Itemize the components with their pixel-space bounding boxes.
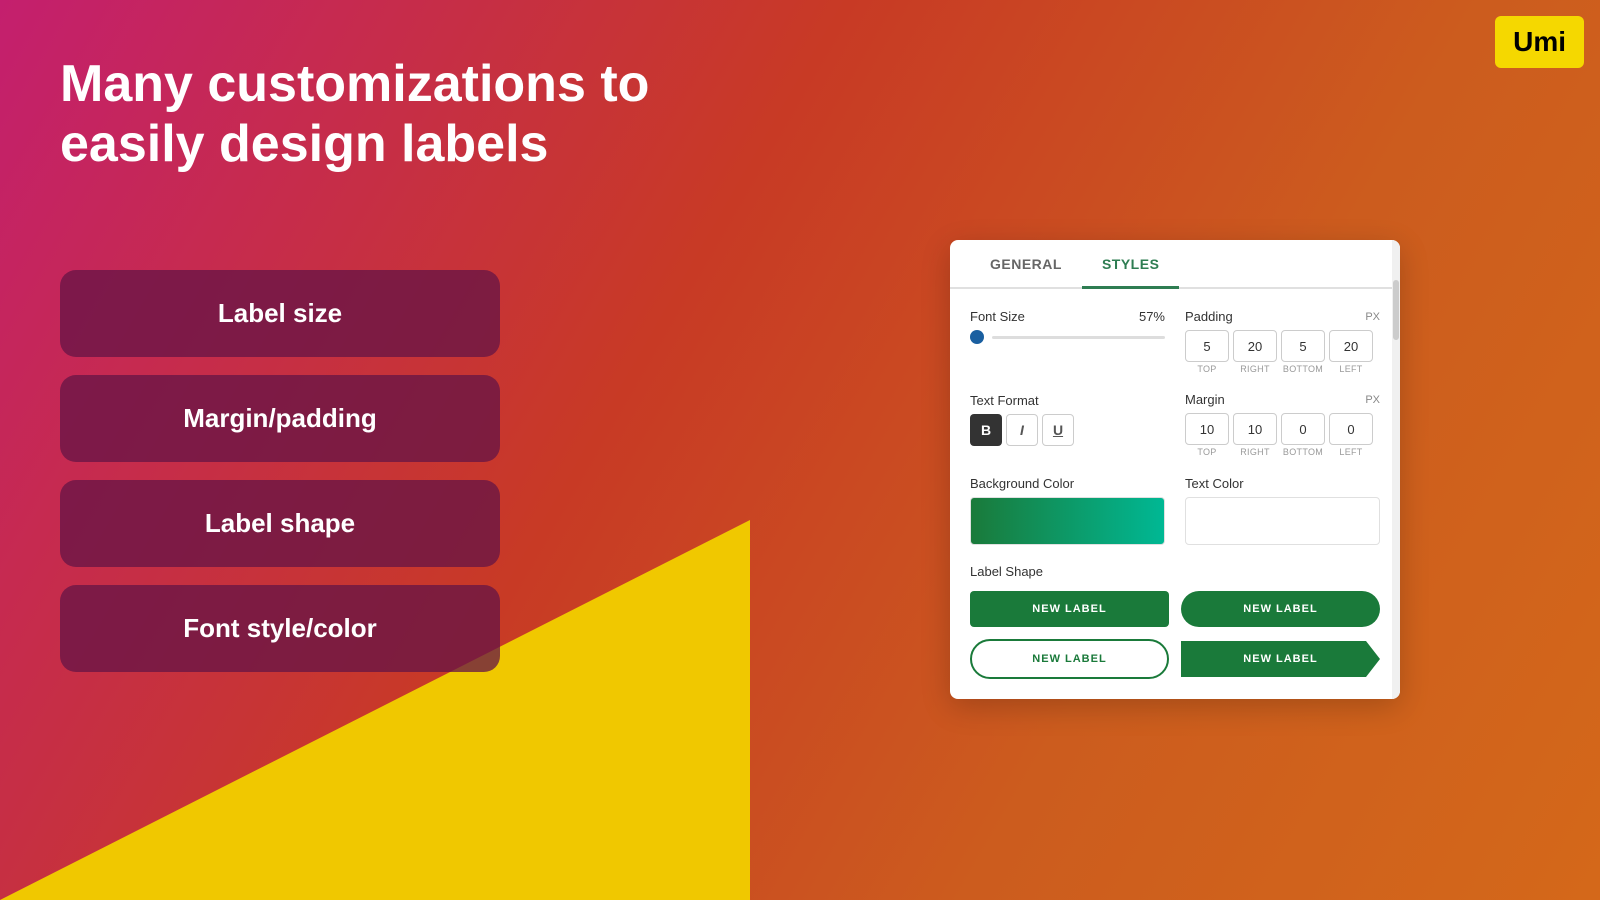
margin-sub-labels: TOP RIGHT BOTTOM LEFT — [1185, 447, 1380, 457]
shape-item-pill-outline: NEW LABEL — [970, 639, 1169, 679]
slider-track — [992, 336, 1165, 339]
padding-unit: PX — [1365, 311, 1380, 323]
padding-col: Padding PX 5 20 5 20 TOP RIGHT BOTTOM LE… — [1185, 309, 1380, 374]
underline-button[interactable]: U — [1042, 414, 1074, 446]
margin-top-label: TOP — [1185, 447, 1229, 457]
format-buttons: B I U — [970, 414, 1165, 446]
padding-right-label: RIGHT — [1233, 364, 1277, 374]
padding-top-label: TOP — [1185, 364, 1229, 374]
text-format-label: Text Format — [970, 393, 1039, 408]
font-size-col: Font Size 57% — [970, 309, 1165, 374]
panel-content: GENERAL STYLES Font Size 57% — [950, 240, 1400, 699]
font-size-slider[interactable] — [970, 330, 1165, 344]
bold-button[interactable]: B — [970, 414, 1002, 446]
padding-left-input[interactable]: 20 — [1329, 330, 1373, 362]
feature-cards-list: Label size Margin/padding Label shape Fo… — [60, 270, 500, 672]
padding-bottom-label: BOTTOM — [1281, 364, 1325, 374]
panel-body: Font Size 57% Padding PX 5 — [950, 289, 1400, 699]
shape-button-square[interactable]: NEW LABEL — [970, 591, 1169, 627]
shape-button-cut[interactable]: NEW LABEL — [1181, 641, 1380, 677]
main-title: Many customizations to easily design lab… — [60, 55, 649, 175]
tab-general[interactable]: GENERAL — [970, 240, 1082, 289]
padding-bottom-input[interactable]: 5 — [1281, 330, 1325, 362]
bg-color-col: Background Color — [970, 475, 1165, 545]
padding-label: Padding — [1185, 309, 1233, 324]
shape-item-rounded: NEW LABEL — [1181, 591, 1380, 627]
text-color-picker[interactable] — [1185, 497, 1380, 545]
scrollbar[interactable] — [1392, 240, 1400, 699]
panel-tabs: GENERAL STYLES — [950, 240, 1400, 289]
text-color-col: Text Color — [1185, 475, 1380, 545]
title-line2: easily design labels — [60, 115, 548, 173]
margin-label: Margin — [1185, 392, 1225, 407]
padding-top-input[interactable]: 5 — [1185, 330, 1229, 362]
title-line1: Many customizations to — [60, 55, 649, 113]
label-shape-label: Label Shape — [970, 564, 1043, 579]
font-size-label: Font Size — [970, 309, 1025, 324]
font-size-value: 57% — [1139, 309, 1165, 324]
margin-unit: PX — [1365, 394, 1380, 406]
shape-item-square: NEW LABEL — [970, 591, 1169, 627]
shape-button-pill-outline[interactable]: NEW LABEL — [970, 639, 1169, 679]
margin-col: Margin PX 10 10 0 0 TOP RIGHT BOTTOM LEF… — [1185, 392, 1380, 457]
margin-left-input[interactable]: 0 — [1329, 413, 1373, 445]
margin-bottom-input[interactable]: 0 — [1281, 413, 1325, 445]
shape-item-cut: NEW LABEL — [1181, 639, 1380, 679]
feature-card-font-style-color[interactable]: Font style/color — [60, 585, 500, 672]
label-shape-grid: NEW LABEL NEW LABEL NEW LABEL NEW LABEL — [970, 591, 1380, 679]
text-color-label: Text Color — [1185, 476, 1244, 491]
margin-right-label: RIGHT — [1233, 447, 1277, 457]
margin-left-label: LEFT — [1329, 447, 1373, 457]
padding-right-input[interactable]: 20 — [1233, 330, 1277, 362]
shape-button-rounded[interactable]: NEW LABEL — [1181, 591, 1380, 627]
slider-handle[interactable] — [970, 330, 984, 344]
text-format-col: Text Format B I U — [970, 392, 1165, 457]
padding-left-label: LEFT — [1329, 364, 1373, 374]
italic-button[interactable]: I — [1006, 414, 1038, 446]
row-colors: Background Color Text Color — [970, 475, 1380, 545]
tab-styles[interactable]: STYLES — [1082, 240, 1179, 289]
margin-bottom-label: BOTTOM — [1281, 447, 1325, 457]
feature-card-margin-padding[interactable]: Margin/padding — [60, 375, 500, 462]
margin-inputs: 10 10 0 0 — [1185, 413, 1380, 445]
label-shape-section: Label Shape NEW LABEL NEW LABEL NEW LABE… — [970, 563, 1380, 679]
margin-right-input[interactable]: 10 — [1233, 413, 1277, 445]
padding-inputs: 5 20 5 20 — [1185, 330, 1380, 362]
row-text-format-margin: Text Format B I U Margin PX 10 10 — [970, 392, 1380, 457]
umi-logo: Umi — [1495, 16, 1584, 68]
feature-card-label-shape[interactable]: Label shape — [60, 480, 500, 567]
scroll-thumb — [1393, 280, 1399, 340]
padding-sub-labels: TOP RIGHT BOTTOM LEFT — [1185, 364, 1380, 374]
bg-color-label: Background Color — [970, 476, 1074, 491]
feature-card-label-size[interactable]: Label size — [60, 270, 500, 357]
row-font-size-padding: Font Size 57% Padding PX 5 — [970, 309, 1380, 374]
settings-panel: GENERAL STYLES Font Size 57% — [950, 240, 1400, 699]
bg-color-picker[interactable] — [970, 497, 1165, 545]
margin-top-input[interactable]: 10 — [1185, 413, 1229, 445]
